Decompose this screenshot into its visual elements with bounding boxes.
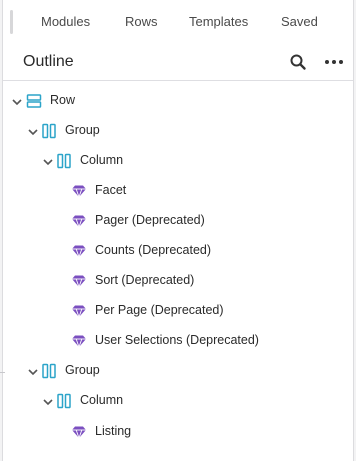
more-options-icon[interactable] <box>323 53 345 71</box>
tree-node-column[interactable]: Column <box>3 389 353 413</box>
gem-icon <box>71 424 87 440</box>
tree-node-label: Group <box>65 363 100 377</box>
chevron-down-icon[interactable] <box>42 395 54 407</box>
chevron-down-icon[interactable] <box>27 365 39 377</box>
tree-node-label: Listing <box>95 424 132 438</box>
tab-templates[interactable]: Templates <box>189 14 248 29</box>
tab-modules[interactable]: Modules <box>41 14 90 29</box>
tree-node-module[interactable]: Facet <box>3 179 353 203</box>
group-icon <box>41 123 57 139</box>
gem-icon <box>71 333 87 349</box>
row-icon <box>26 93 42 109</box>
panel-drag-handle[interactable] <box>10 10 13 34</box>
tree-node-label: Sort (Deprecated) <box>95 273 195 287</box>
tree-node-group[interactable]: Group <box>3 359 353 383</box>
gem-icon <box>71 213 87 229</box>
tree-node-label: Pager (Deprecated) <box>95 213 205 227</box>
tab-saved[interactable]: Saved <box>281 14 318 29</box>
tree-node-module[interactable]: Pager (Deprecated) <box>3 209 353 233</box>
tree-node-row[interactable]: Row <box>3 89 353 113</box>
outline-panel: Modules Rows Templates Saved Outline Row… <box>2 0 354 461</box>
search-icon[interactable] <box>289 53 307 71</box>
tree-node-label: User Selections (Deprecated) <box>95 333 259 347</box>
outline-header: Outline <box>3 44 353 81</box>
column-icon <box>56 393 72 409</box>
tree-node-label: Facet <box>95 183 127 197</box>
gem-icon <box>71 273 87 289</box>
chevron-down-icon[interactable] <box>27 125 39 137</box>
tree-node-module[interactable]: User Selections (Deprecated) <box>3 329 353 353</box>
tab-bar: Modules Rows Templates Saved <box>3 0 353 44</box>
tree-node-module[interactable]: Listing <box>3 420 353 444</box>
tree-node-label: Column <box>80 393 124 407</box>
gem-icon <box>71 303 87 319</box>
column-icon <box>56 153 72 169</box>
panel-title: Outline <box>23 53 74 70</box>
group-icon <box>41 363 57 379</box>
gem-icon <box>71 183 87 199</box>
gem-icon <box>71 243 87 259</box>
chevron-down-icon[interactable] <box>11 95 23 107</box>
tree-node-module[interactable]: Per Page (Deprecated) <box>3 299 353 323</box>
tab-rows[interactable]: Rows <box>125 14 158 29</box>
chevron-down-icon[interactable] <box>42 155 54 167</box>
tree-node-label: Row <box>50 93 76 107</box>
tree-node-label: Column <box>80 153 124 167</box>
tree-node-group[interactable]: Group <box>3 119 353 143</box>
tree-node-label: Counts (Deprecated) <box>95 243 212 257</box>
tree-node-label: Group <box>65 123 100 137</box>
window-edge-marker <box>0 372 5 373</box>
tree-node-module[interactable]: Counts (Deprecated) <box>3 239 353 263</box>
tree-node-column[interactable]: Column <box>3 149 353 173</box>
tree-node-module[interactable]: Sort (Deprecated) <box>3 269 353 293</box>
tree-node-label: Per Page (Deprecated) <box>95 303 224 317</box>
